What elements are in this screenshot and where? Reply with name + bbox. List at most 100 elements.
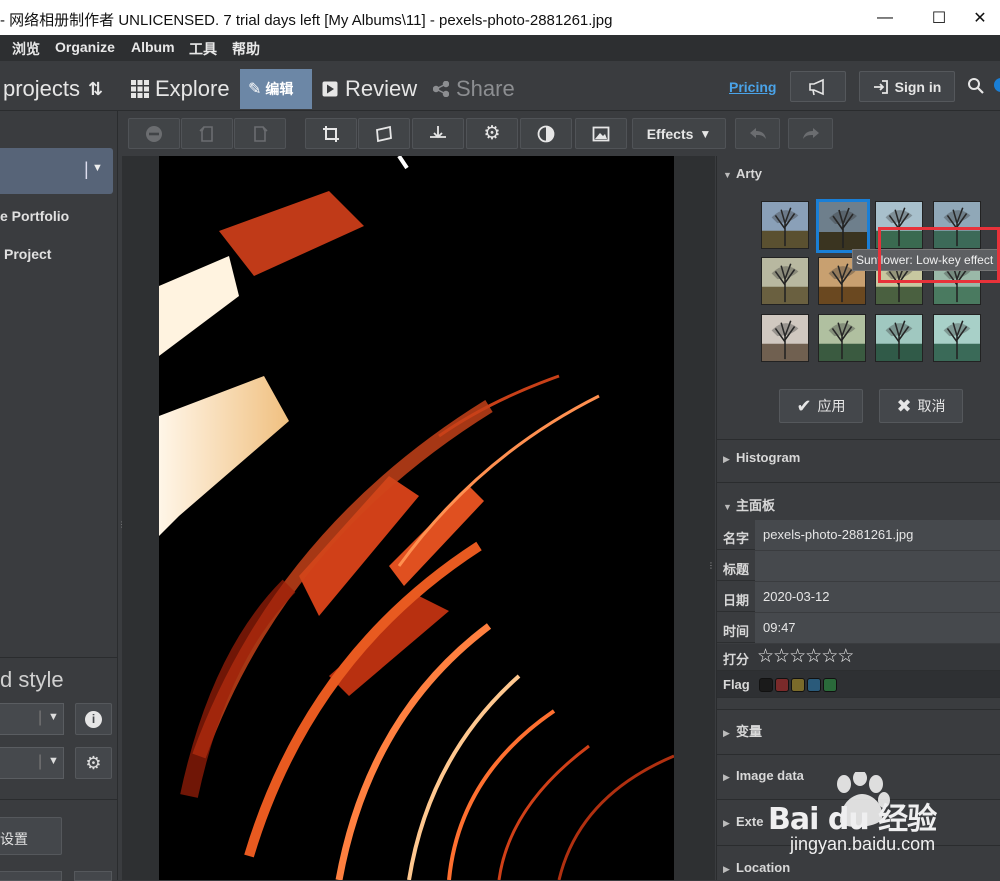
divider	[717, 754, 1000, 755]
star-icon[interactable]: ☆	[837, 646, 854, 667]
section-main-panel[interactable]: ▼ 主面板	[723, 495, 775, 514]
rotate-left-button[interactable]	[181, 118, 233, 149]
star-icon[interactable]: ☆	[821, 646, 838, 667]
close-button[interactable]: ✕	[960, 0, 1000, 35]
undo-button[interactable]	[735, 118, 780, 149]
settings-button[interactable]: 设置	[0, 817, 62, 855]
name-field[interactable]: pexels-photo-2881261.jpg	[755, 520, 1000, 550]
sign-in-button[interactable]: Sign in	[859, 71, 955, 102]
info-button[interactable]: i	[75, 703, 112, 735]
flag-blue[interactable]	[807, 677, 821, 692]
date-field[interactable]: 2020-03-12	[755, 582, 1000, 612]
star-icon[interactable]: ☆	[757, 646, 774, 667]
sort-icon[interactable]: ⇅	[88, 79, 103, 100]
flag-none[interactable]	[759, 677, 773, 692]
main-nav-bar: projects ⇅ Explore ✎ 编辑 Review Share Pri…	[0, 61, 1000, 111]
search-icon[interactable]	[967, 77, 985, 98]
rotate-right-button[interactable]	[234, 118, 286, 149]
menu-organize[interactable]: Organize	[55, 39, 115, 55]
section-variables[interactable]: ▶ 变量	[723, 721, 762, 740]
gear-icon: ⚙	[85, 752, 102, 773]
edit-toolbar: ⚙ Effects ▼	[122, 111, 726, 156]
crop-button[interactable]	[305, 118, 357, 149]
projects-header[interactable]: projects ⇅	[3, 69, 103, 109]
rating-stars[interactable]: ☆☆☆☆☆☆	[757, 645, 854, 668]
flag-red[interactable]	[775, 677, 789, 692]
image-canvas[interactable]: ⋮	[122, 156, 715, 880]
effect-tooltip: Sunflower: Low-key effect	[852, 249, 1000, 271]
effect-thumbnail[interactable]	[818, 314, 866, 362]
straighten-icon	[376, 125, 392, 142]
effect-thumbnail[interactable]	[875, 201, 923, 249]
announcements-button[interactable]	[790, 71, 846, 102]
star-icon[interactable]: ☆	[805, 646, 822, 667]
style-select-2[interactable]: | ▼	[0, 747, 64, 779]
window-title-bar: - 网络相册制作者 UNLICENSED. 7 trial days left …	[0, 0, 1000, 35]
collapsed-icon: ▶	[723, 818, 730, 828]
rotate-right-icon	[254, 125, 268, 142]
contrast-button[interactable]	[520, 118, 572, 149]
project-item-portfolio[interactable]: e Portfolio	[0, 208, 69, 224]
name-label: 名字	[723, 531, 750, 546]
minimize-button[interactable]: —	[862, 0, 908, 35]
section-arty[interactable]: ▼ Arty	[723, 166, 762, 181]
panel-resize-handle[interactable]: ⋮	[707, 561, 715, 570]
effect-thumbnail[interactable]	[761, 201, 809, 249]
effect-thumbnail[interactable]	[933, 201, 981, 249]
collapsed-icon: ▶	[723, 864, 730, 874]
star-icon[interactable]: ☆	[789, 646, 806, 667]
window-title: - 网络相册制作者 UNLICENSED. 7 trial days left …	[0, 12, 613, 29]
property-title-row: 标题	[717, 551, 1000, 581]
section-histogram[interactable]: ▶ Histogram	[723, 450, 800, 465]
effect-thumbnail[interactable]	[816, 199, 870, 253]
tab-review[interactable]: Review	[322, 69, 417, 109]
menu-album[interactable]: Album	[131, 39, 175, 55]
chevron-down-icon[interactable]: ▼	[48, 711, 59, 723]
section-location[interactable]: ▶ Location	[723, 860, 790, 875]
effect-thumbnail[interactable]	[761, 314, 809, 362]
cancel-button[interactable]: ✖ 取消	[879, 389, 963, 423]
apply-label: 应用	[817, 398, 846, 414]
tab-explore[interactable]: Explore	[131, 69, 230, 109]
style-select-1[interactable]: | ▼	[0, 703, 64, 735]
project-item-project[interactable]: Project	[4, 246, 51, 262]
chevron-down-icon[interactable]: ▼	[48, 755, 59, 767]
tab-edit[interactable]: ✎ 编辑	[240, 69, 312, 109]
play-icon	[322, 81, 338, 97]
level-icon	[430, 125, 446, 138]
maximize-button[interactable]: ☐	[916, 0, 962, 35]
adjust-button[interactable]: ⚙	[466, 118, 518, 149]
straighten-button[interactable]	[358, 118, 410, 149]
star-icon[interactable]: ☆	[773, 646, 790, 667]
expanded-icon: ▼	[723, 502, 732, 512]
grid-icon	[131, 80, 149, 98]
menu-help[interactable]: 帮助	[232, 39, 260, 59]
help-icon[interactable]	[994, 78, 1000, 92]
rotate-left-icon	[199, 125, 213, 142]
title-field[interactable]	[755, 551, 1000, 581]
flag-green[interactable]	[823, 677, 837, 692]
menu-browse[interactable]: 浏览	[12, 39, 40, 59]
effects-dropdown[interactable]: Effects ▼	[632, 118, 726, 149]
section-external[interactable]: ▶ Exte	[723, 814, 763, 829]
crop-icon	[323, 125, 339, 142]
remove-button[interactable]	[128, 118, 180, 149]
title-label: 标题	[723, 562, 750, 577]
level-button[interactable]	[412, 118, 464, 149]
effect-thumbnail[interactable]	[875, 314, 923, 362]
tab-review-label: Review	[345, 76, 418, 101]
effect-thumbnail[interactable]	[761, 257, 809, 305]
apply-button[interactable]: ✔ 应用	[779, 389, 863, 423]
redo-button[interactable]	[788, 118, 833, 149]
style-settings-button[interactable]: ⚙	[75, 747, 112, 779]
menu-tools[interactable]: 工具	[189, 39, 217, 59]
sign-in-icon	[873, 79, 888, 94]
project-selector[interactable]: | ▼	[0, 148, 113, 194]
flag-yellow[interactable]	[791, 677, 805, 692]
image-button[interactable]	[575, 118, 627, 149]
effect-thumbnail[interactable]	[933, 314, 981, 362]
pricing-link[interactable]: Pricing	[729, 79, 776, 95]
time-field[interactable]: 09:47	[755, 613, 1000, 643]
tab-share[interactable]: Share	[433, 69, 515, 109]
chevron-down-icon[interactable]: ▼	[92, 162, 103, 174]
